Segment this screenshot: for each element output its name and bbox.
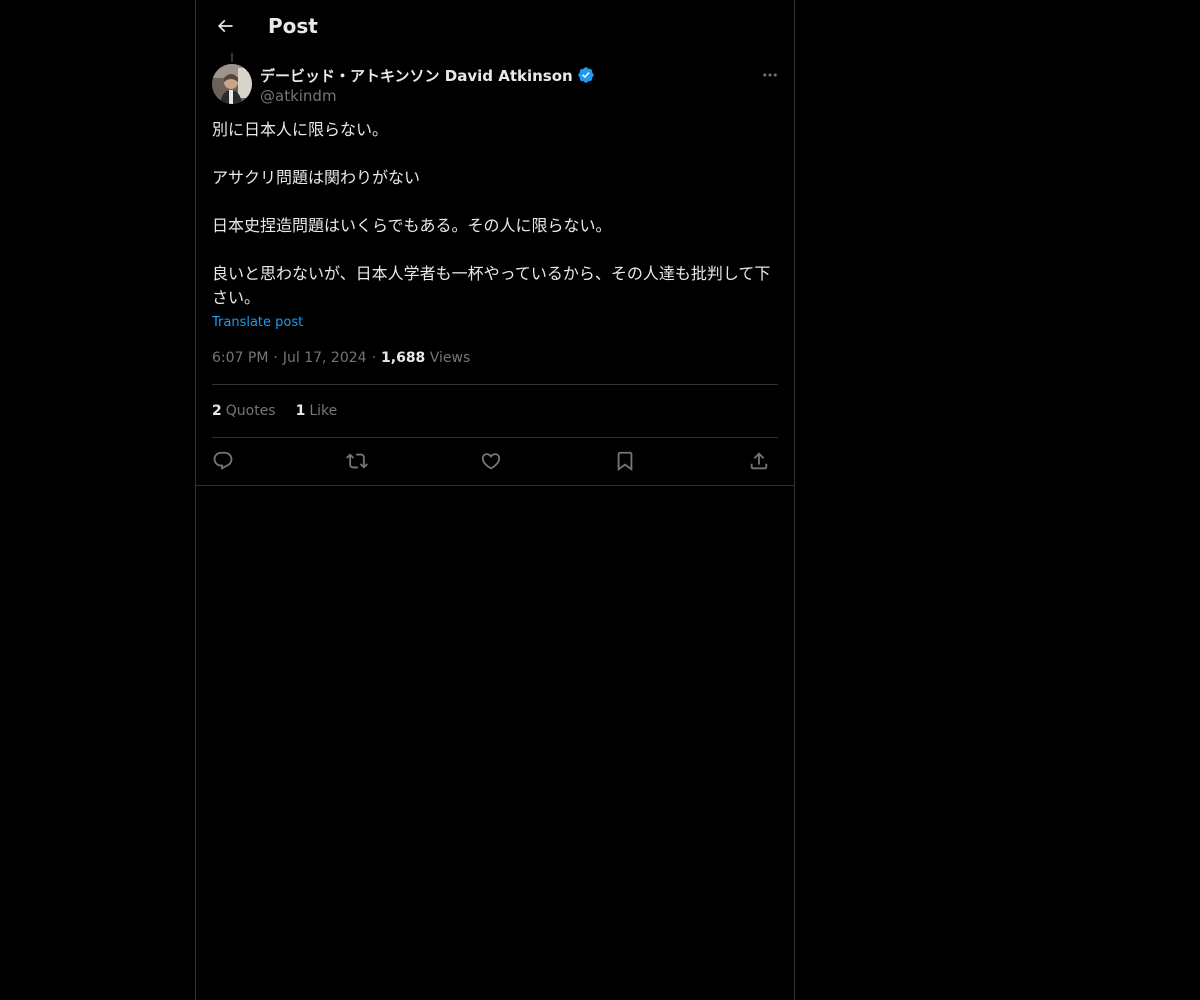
- views-label: Views: [429, 350, 471, 366]
- post-column: Post デービッド・アトキンソン David Atkinson @atkind…: [195, 0, 795, 1000]
- views-count: 1,688: [381, 350, 426, 366]
- more-options-button[interactable]: [758, 64, 782, 86]
- author-name[interactable]: デービッド・アトキンソン David Atkinson: [260, 64, 595, 86]
- likes-label: Like: [309, 403, 338, 419]
- quotes-stat[interactable]: 2 Quotes: [212, 401, 276, 421]
- repost-button[interactable]: [342, 446, 372, 476]
- bookmark-icon: [617, 451, 633, 472]
- page-header: Post: [196, 0, 794, 53]
- divider: [212, 437, 778, 438]
- back-button[interactable]: [208, 9, 242, 43]
- post-paragraph: 良いと思わないが、日本人学者も一杯やっているから、その人達も批判して下さい。: [212, 264, 771, 307]
- repost-icon: [346, 453, 368, 469]
- post-metadata: 6:07 PM · Jul 17, 2024 · 1,688 Views: [212, 348, 470, 368]
- action-bar: [212, 446, 778, 476]
- author-display-name: デービッド・アトキンソン David Atkinson: [260, 66, 573, 85]
- thread-connector-line: [231, 53, 233, 62]
- meta-separator: ·: [273, 350, 278, 366]
- likes-count: 1: [295, 403, 306, 419]
- post-paragraph: 日本史捏造問題はいくらでもある。その人に限らない。: [212, 216, 612, 235]
- verified-badge-icon: [578, 67, 594, 83]
- meta-separator: ·: [371, 350, 377, 366]
- quotes-label: Quotes: [225, 403, 276, 419]
- avatar-image: [212, 64, 252, 104]
- page-title: Post: [268, 14, 318, 38]
- quotes-count: 2: [212, 403, 222, 419]
- author-handle[interactable]: @atkindm: [260, 86, 337, 106]
- post-date[interactable]: Jul 17, 2024: [283, 350, 367, 366]
- likes-stat[interactable]: 1 Like: [296, 401, 338, 421]
- more-horizontal-icon: [763, 73, 777, 77]
- engagement-stats: 2 Quotes 1 Like: [212, 401, 337, 421]
- arrow-left-icon: [217, 19, 233, 33]
- like-button[interactable]: [476, 446, 506, 476]
- post-bottom-border: [196, 485, 794, 486]
- heart-icon: [481, 453, 501, 470]
- share-icon: [750, 452, 768, 470]
- post-text: 別に日本人に限らない。 アサクリ問題は関わりがない 日本史捏造問題はいくらでもあ…: [212, 118, 778, 310]
- bookmark-button[interactable]: [610, 446, 640, 476]
- translate-post-link[interactable]: Translate post: [212, 314, 303, 332]
- post-time[interactable]: 6:07 PM: [212, 350, 268, 366]
- post-paragraph: アサクリ問題は関わりがない: [212, 168, 421, 187]
- post-paragraph: 別に日本人に限らない。: [212, 120, 389, 139]
- reply-icon: [213, 451, 233, 470]
- divider: [212, 384, 778, 385]
- share-button[interactable]: [744, 446, 774, 476]
- reply-button[interactable]: [208, 446, 238, 476]
- avatar[interactable]: [212, 64, 252, 104]
